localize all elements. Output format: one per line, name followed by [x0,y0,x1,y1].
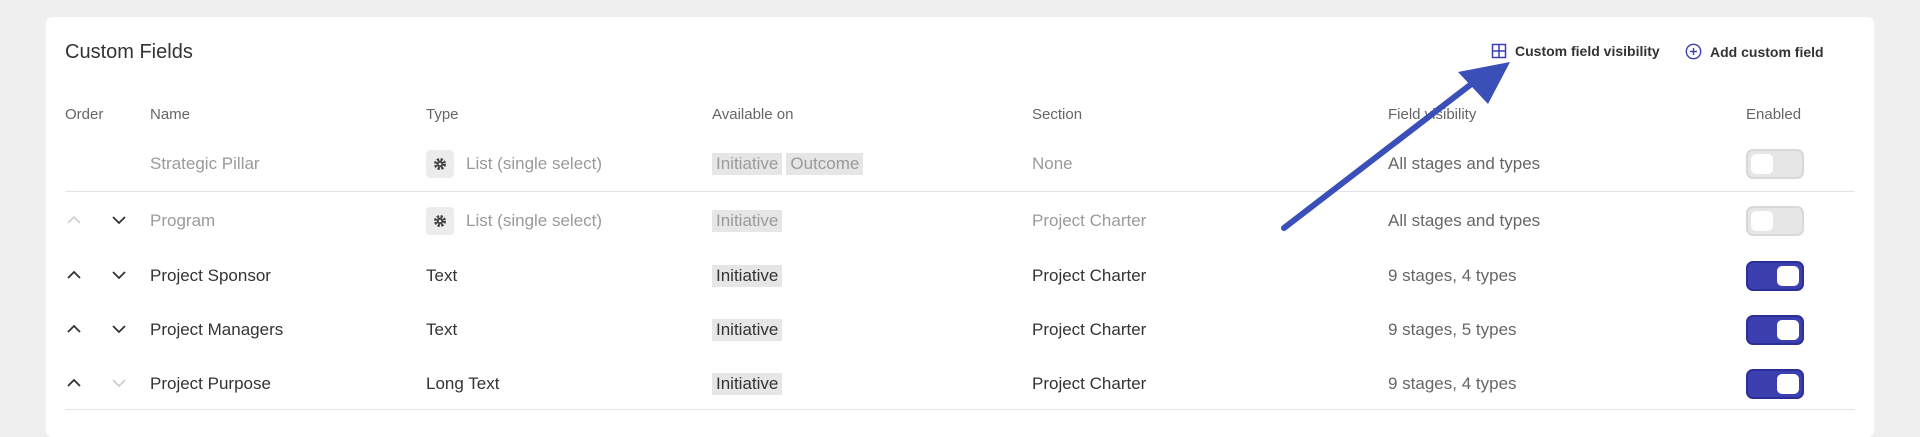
available-badge: Outcome [786,153,864,175]
toggle-knob [1777,374,1799,394]
custom-field-visibility-button[interactable]: Custom field visibility [1491,43,1660,59]
field-name: Strategic Pillar [150,154,260,173]
toggle-knob [1777,266,1799,286]
available-badge: Initiative [712,319,783,341]
column-header-enabled: Enabled [1746,106,1802,123]
column-header-type: Type [426,106,459,123]
column-header-available-on: Available on [712,106,794,123]
field-name: Project Sponsor [150,266,271,285]
move-up-icon[interactable] [66,321,82,339]
move-down-icon[interactable] [111,375,127,393]
field-visibility: 9 stages, 4 types [1388,374,1517,393]
enabled-toggle[interactable] [1746,315,1804,345]
available-on: Initiative [712,210,786,232]
field-name: Program [150,211,216,230]
field-section: Project Charter [1032,266,1147,285]
page-title: Custom Fields [65,41,193,63]
field-type: Text [426,266,458,285]
column-header-section: Section [1032,106,1083,123]
gear-icon[interactable] [426,150,454,178]
field-type: Text [426,320,458,339]
add-custom-field-label: Add custom field [1710,43,1824,60]
field-visibility: All stages and types [1388,211,1541,230]
move-down-icon[interactable] [111,267,127,285]
custom-field-visibility-label: Custom field visibility [1515,43,1660,59]
field-type: Long Text [426,374,500,393]
move-up-icon[interactable] [66,212,82,230]
available-badge: Initiative [712,210,783,232]
enabled-toggle[interactable] [1746,369,1804,399]
table-row: Program List (single select) Initiative … [46,194,1874,248]
move-up-icon[interactable] [66,267,82,285]
table-row: Strategic Pillar List (single select) In… [46,137,1874,191]
field-section: None [1032,154,1073,173]
field-section: Project Charter [1032,211,1147,230]
available-on: Initiative [712,265,786,287]
field-type-label: List (single select) [466,211,603,230]
row-divider [65,409,1855,410]
enabled-toggle[interactable] [1746,149,1804,179]
field-visibility: All stages and types [1388,154,1541,173]
plus-circle-icon [1685,43,1702,60]
available-badge: Initiative [712,153,783,175]
field-visibility: 9 stages, 4 types [1388,266,1517,285]
column-header-field-visibility: Field visibility [1388,106,1477,123]
toggle-knob [1751,154,1773,174]
field-section: Project Charter [1032,374,1147,393]
move-up-icon[interactable] [66,375,82,393]
field-name: Project Purpose [150,374,271,393]
custom-fields-card: Custom Fields Custom field visibility Ad… [46,17,1874,437]
available-on: Initiative Outcome [712,153,867,175]
available-badge: Initiative [712,373,783,395]
available-on: Initiative [712,373,786,395]
gear-icon[interactable] [426,207,454,235]
grid-icon [1491,43,1507,59]
toggle-knob [1777,320,1799,340]
move-down-icon[interactable] [111,212,127,230]
field-type-label: List (single select) [466,154,603,173]
row-divider [65,191,1855,192]
table-row: Project Sponsor Text Initiative Project … [46,249,1874,303]
enabled-toggle[interactable] [1746,261,1804,291]
table-row: Project Purpose Long Text Initiative Pro… [46,357,1874,411]
table-row: Project Managers Text Initiative Project… [46,303,1874,357]
toggle-knob [1751,211,1773,231]
field-type: List (single select) [426,207,602,235]
available-on: Initiative [712,319,786,341]
add-custom-field-button[interactable]: Add custom field [1685,43,1824,60]
field-type: List (single select) [426,150,602,178]
column-header-order: Order [65,106,104,123]
available-badge: Initiative [712,265,783,287]
move-down-icon[interactable] [111,321,127,339]
field-section: Project Charter [1032,320,1147,339]
column-header-name: Name [150,106,191,123]
enabled-toggle[interactable] [1746,206,1804,236]
field-visibility: 9 stages, 5 types [1388,320,1517,339]
field-name: Project Managers [150,320,284,339]
